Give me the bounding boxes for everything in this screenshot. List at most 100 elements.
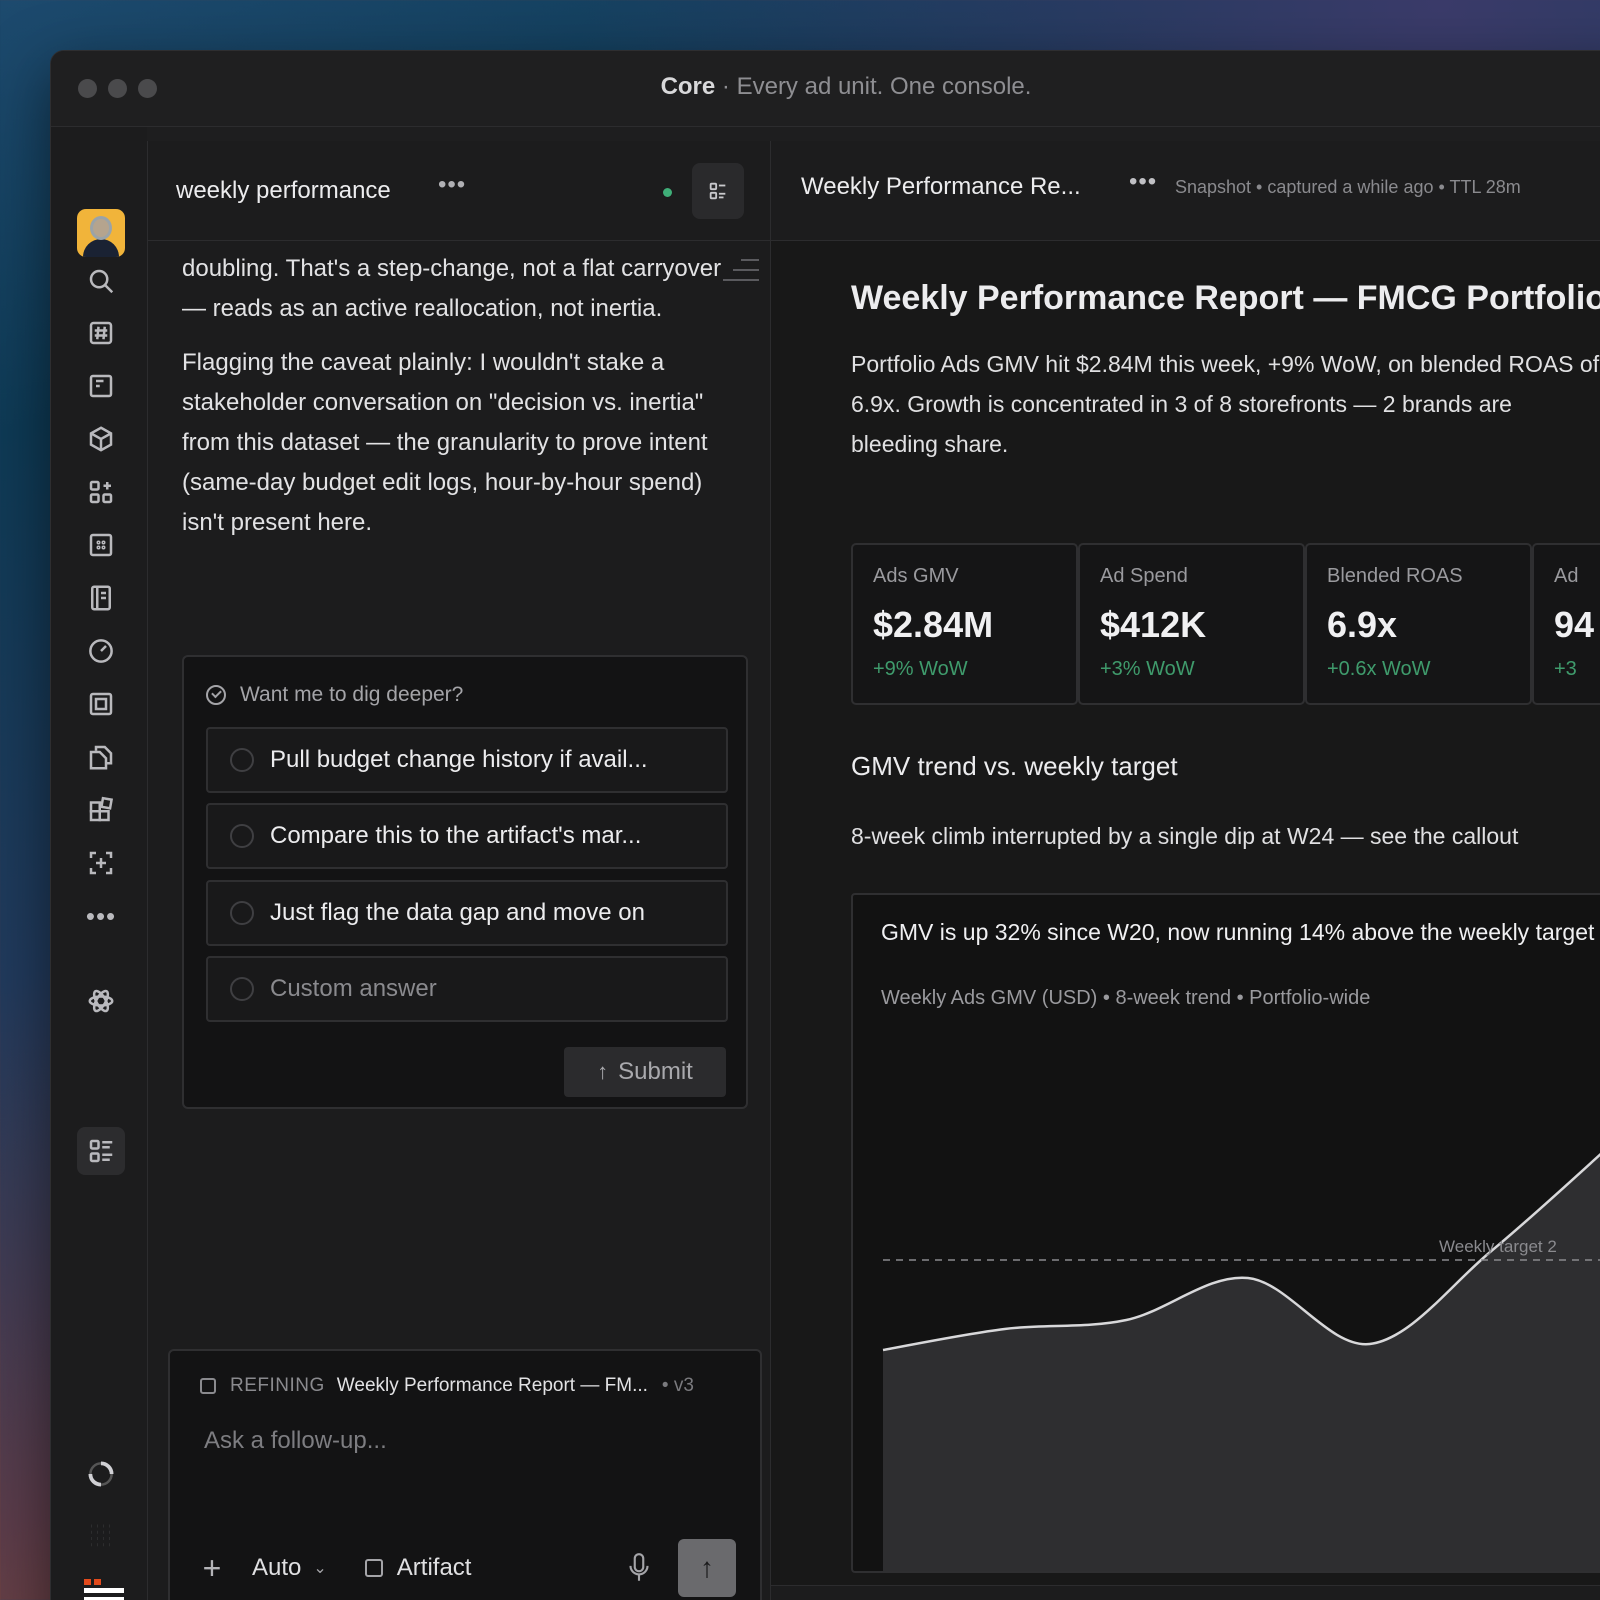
send-button[interactable]: ↑	[678, 1539, 736, 1597]
kpi-label: Ad	[1554, 565, 1579, 587]
layout-icon	[709, 182, 726, 200]
report-body: Weekly Performance Report — FMCG Portfol…	[851, 241, 1600, 1573]
title-bar: Core · Every ad unit. One console.	[51, 51, 1600, 127]
gmv-chart-card: Weekly target 2 GMV is up 32% since W20,…	[851, 893, 1600, 1573]
artifact-version: • v3	[661, 1375, 694, 1396]
report-title: Weekly Performance Report — FMCG Portfol…	[851, 279, 1600, 317]
more-icon[interactable]: •••	[81, 896, 121, 936]
refining-artifact-name: Weekly Performance Report — FM...	[336, 1375, 648, 1396]
kpi-label: Ad Spend	[1100, 565, 1188, 587]
artifact-panel: Weekly Performance Re... ••• Snapshot • …	[771, 141, 1600, 1600]
icon-rail: •••	[51, 127, 147, 1600]
document-icon[interactable]	[81, 366, 121, 406]
atom-icon[interactable]	[81, 981, 121, 1021]
summary-line: bleeding share.	[851, 431, 1009, 457]
artifact-toggle[interactable]: Artifact	[364, 1554, 471, 1582]
artifact-icon	[200, 1378, 216, 1394]
question-prompt: Want me to dig deeper?	[240, 683, 464, 706]
custom-answer-field[interactable]: Custom answer	[206, 956, 728, 1022]
message-paragraph: Flagging the caveat plainly: I wouldn't …	[182, 349, 708, 536]
chat-more-button[interactable]: •••	[438, 171, 466, 199]
section-subtitle: 8-week climb interrupted by a single dip…	[851, 823, 1519, 849]
gauge-icon[interactable]	[81, 631, 121, 671]
radio-button[interactable]	[230, 901, 254, 925]
answer-option[interactable]: Just flag the data gap and move on	[206, 880, 728, 946]
microphone-icon[interactable]	[626, 1551, 650, 1585]
hash-icon[interactable]	[81, 313, 121, 353]
kpi-row: Ads GMV $2.84M +9% WoW Ad Spend $412K +3…	[851, 543, 1600, 705]
artifact-footer: IDart_19c72cef-1f3	[771, 1585, 1600, 1600]
submit-label: Submit	[618, 1058, 693, 1085]
kpi-value: 94	[1554, 604, 1595, 645]
app-name: Core	[660, 73, 716, 100]
chat-title[interactable]: weekly performance	[176, 177, 391, 205]
apps-add-icon[interactable]	[81, 472, 121, 512]
kpi-value: $2.84M	[873, 604, 994, 645]
chart-subtitle: Weekly Ads GMV (USD) • 8-week trend • Po…	[881, 987, 1371, 1009]
kpi-card: Ads GMV $2.84M +9% WoW	[851, 543, 1078, 705]
chat-header: weekly performance •••	[148, 141, 770, 241]
kpi-delta: +3% WoW	[1100, 658, 1195, 680]
summary-line: Portfolio Ads GMV hit $2.84M this week, …	[851, 351, 1600, 377]
option-label: Pull budget change history if avail...	[270, 746, 648, 773]
report-summary: Portfolio Ads GMV hit $2.84M this week, …	[851, 344, 1600, 464]
answer-option[interactable]: Pull budget change history if avail...	[206, 727, 728, 793]
check-circle-icon	[206, 685, 226, 705]
kpi-value: 6.9x	[1327, 604, 1398, 645]
brand-logo-icon	[81, 1579, 127, 1600]
composer-toolbar: + Auto ⌄ Artifact ↑	[190, 1539, 736, 1597]
notebook-icon[interactable]	[81, 578, 121, 618]
add-attachment-button[interactable]: +	[190, 1550, 234, 1587]
kpi-value: $412K	[1100, 604, 1207, 645]
kpi-card: Blended ROAS 6.9x +0.6x WoW	[1305, 543, 1532, 705]
artifact-icon	[364, 1559, 383, 1577]
chat-panel: weekly performance ••• doubling. That's …	[147, 141, 771, 1600]
question-header: Want me to dig deeper?	[206, 683, 463, 707]
radio-button[interactable]	[230, 977, 254, 1001]
kpi-label: Blended ROAS	[1327, 565, 1463, 587]
files-icon[interactable]	[81, 737, 121, 777]
scan-add-icon[interactable]	[81, 843, 121, 883]
panel-toggle-button[interactable]	[692, 163, 744, 219]
summary-line: 6.9x. Growth is concentrated in 3 of 8 s…	[851, 391, 1512, 417]
message-paragraph: doubling. That's a step-change, not a fl…	[182, 255, 722, 322]
cube-icon[interactable]	[81, 419, 121, 459]
artifact-header: Weekly Performance Re... ••• Snapshot • …	[771, 141, 1600, 241]
avatar[interactable]	[77, 209, 125, 257]
list-view-icon[interactable]	[77, 1127, 125, 1175]
option-label: Just flag the data gap and move on	[270, 899, 645, 926]
answer-option[interactable]: Compare this to the artifact's mar...	[206, 803, 728, 869]
arrow-up-icon: ↑	[597, 1059, 609, 1084]
app-tagline: · Every ad unit. One console.	[721, 73, 1032, 100]
chart-headline: GMV is up 32% since W20, now running 14%…	[881, 919, 1595, 945]
assistant-message: doubling. That's a step-change, not a fl…	[182, 249, 734, 543]
app-grid-icon[interactable]	[81, 1516, 121, 1556]
submit-button[interactable]: ↑ Submit	[564, 1047, 726, 1097]
refining-tag: REFINING	[230, 1375, 325, 1396]
chevron-down-icon[interactable]: ⌄	[313, 1558, 326, 1578]
target-line-label: Weekly target 2	[1439, 1237, 1557, 1256]
search-icon[interactable]	[81, 261, 121, 301]
radio-button[interactable]	[230, 824, 254, 848]
kpi-card: Ad Spend $412K +3% WoW	[1078, 543, 1305, 705]
refining-context: REFINING Weekly Performance Report — FM.…	[200, 1375, 694, 1397]
kpi-delta: +0.6x WoW	[1327, 658, 1431, 680]
mode-select[interactable]: Auto	[252, 1554, 301, 1582]
section-title: GMV trend vs. weekly target	[851, 751, 1178, 781]
kpi-delta: +3	[1554, 658, 1577, 680]
artifact-more-button[interactable]: •••	[1129, 168, 1157, 196]
option-label: Compare this to the artifact's mar...	[270, 822, 642, 849]
app-window: Core · Every ad unit. One console. ••• w…	[50, 50, 1600, 1600]
loading-icon	[81, 1454, 121, 1494]
radio-button[interactable]	[230, 748, 254, 772]
kpi-label: Ads GMV	[873, 565, 959, 587]
blocks-icon[interactable]	[81, 790, 121, 830]
grid-dots-icon[interactable]	[81, 525, 121, 565]
frame-icon[interactable]	[81, 684, 121, 724]
kpi-card: Ad 94 +3	[1532, 543, 1600, 705]
window-title: Core · Every ad unit. One console.	[51, 73, 1600, 101]
artifact-header-title[interactable]: Weekly Performance Re...	[801, 173, 1081, 201]
kpi-delta: +9% WoW	[873, 658, 968, 680]
status-indicator	[663, 188, 672, 197]
follow-up-input[interactable]: Ask a follow-up...	[204, 1427, 387, 1455]
